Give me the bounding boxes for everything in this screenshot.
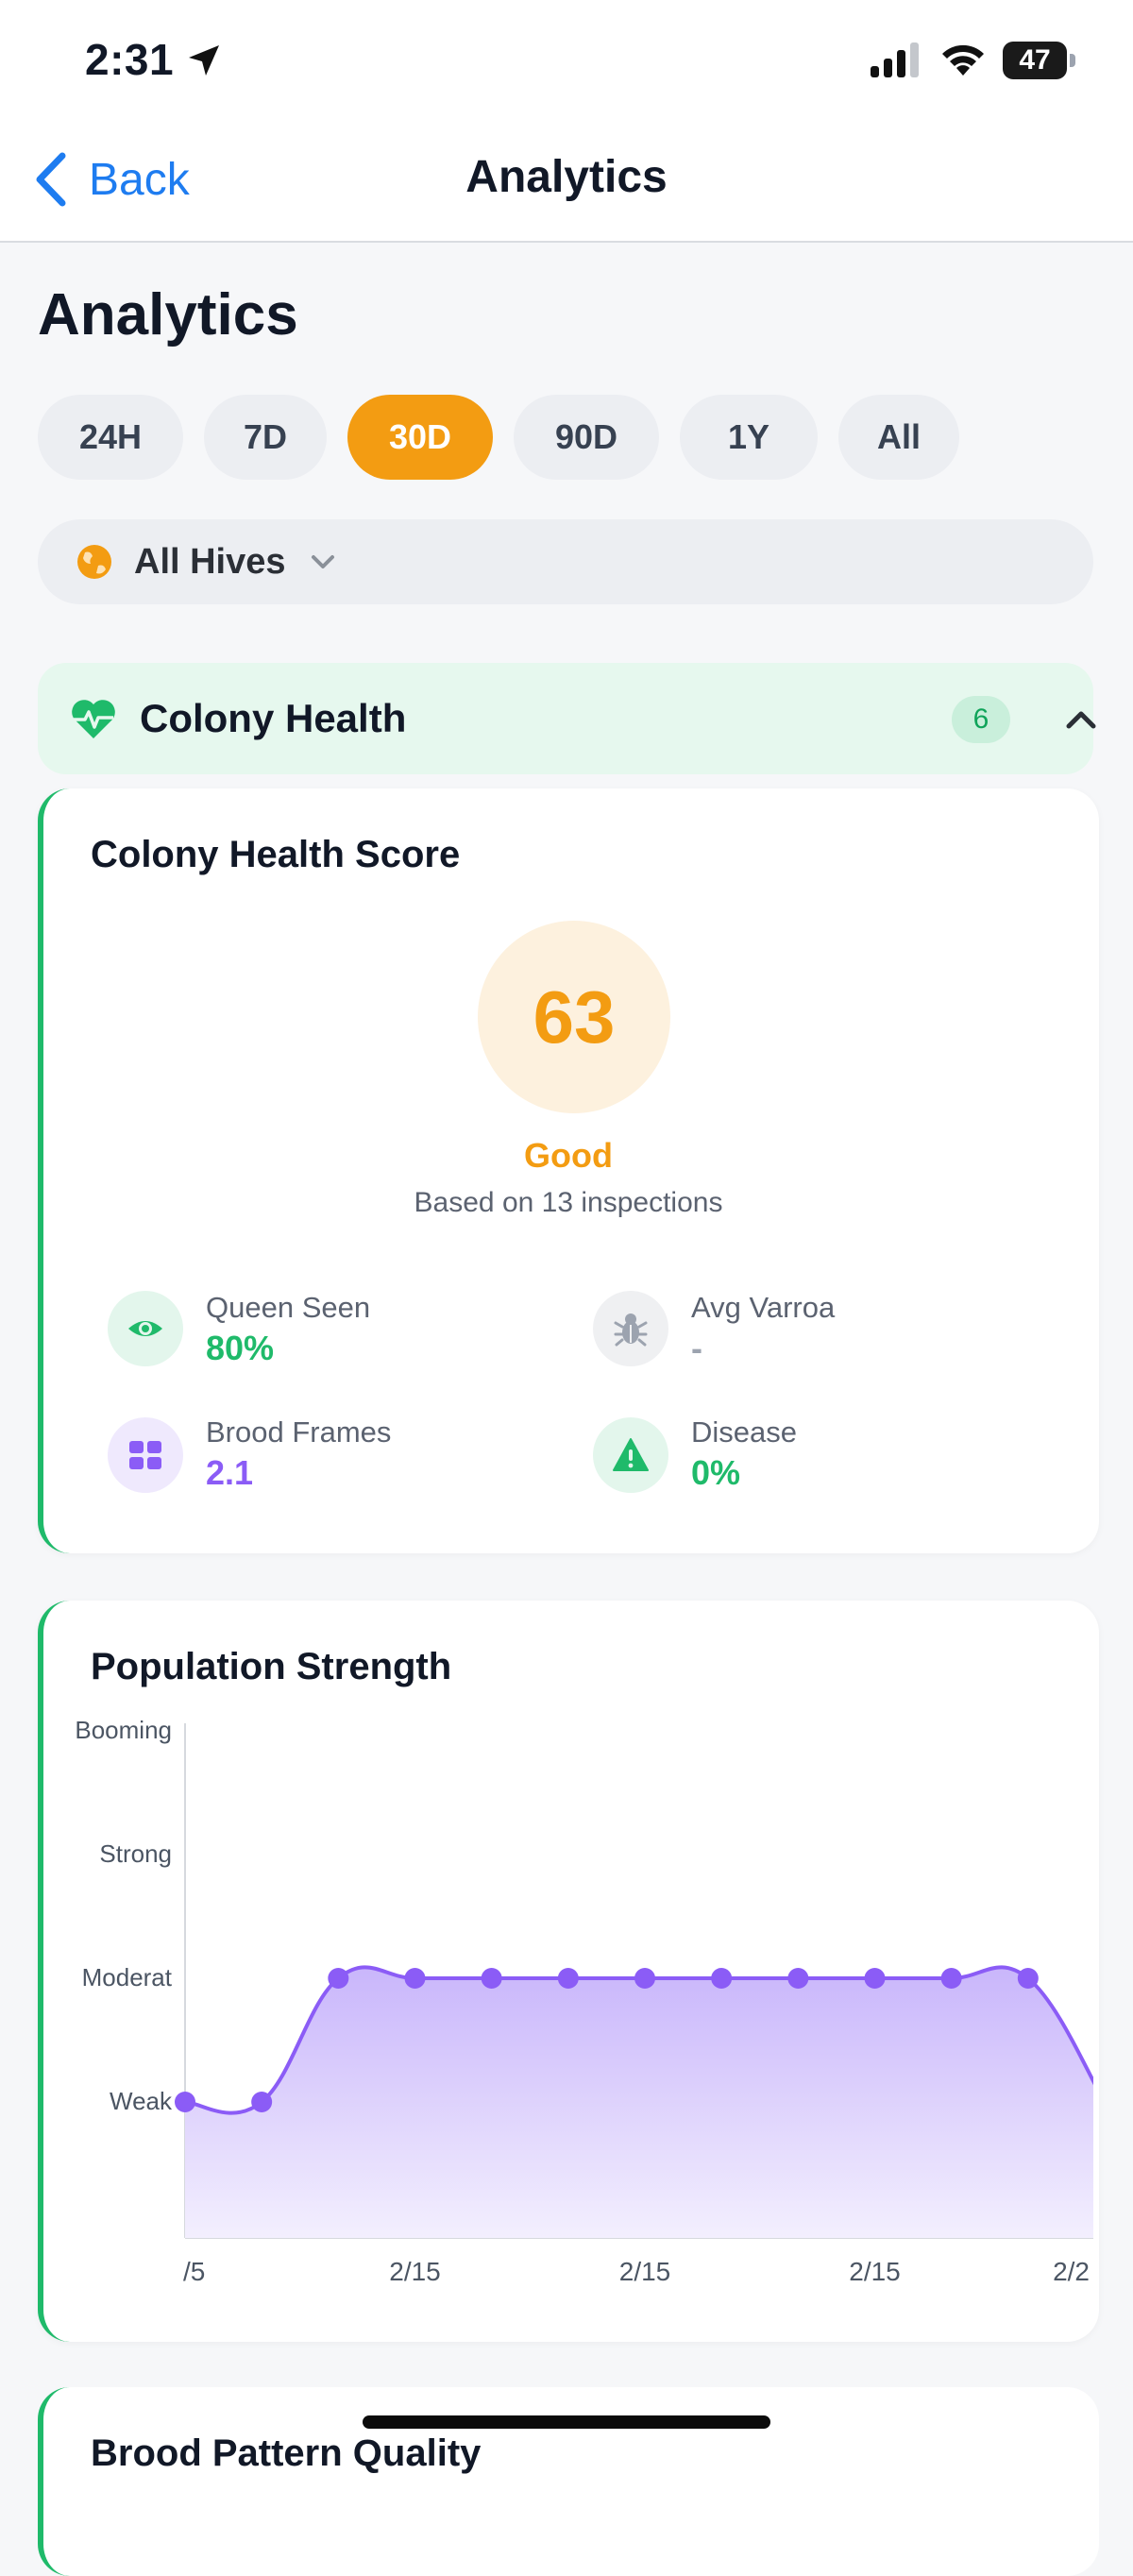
queen-seen-value: 80% bbox=[206, 1329, 275, 1367]
grid-icon bbox=[108, 1417, 183, 1493]
chart-svg bbox=[175, 1723, 1093, 2239]
x-tick-label: 2/15 bbox=[849, 2257, 901, 2286]
y-tick-label: Strong bbox=[99, 1839, 172, 1868]
data-point[interactable] bbox=[175, 2092, 195, 2112]
home-indicator bbox=[363, 2415, 770, 2429]
range-7d-button[interactable]: 7D bbox=[204, 395, 327, 480]
page-title: Analytics bbox=[38, 282, 298, 347]
x-tick-label: 2/15 bbox=[389, 2257, 441, 2286]
count-badge: 6 bbox=[952, 696, 1010, 743]
queen-seen-label: Queen Seen bbox=[206, 1291, 371, 1324]
range-24h-button[interactable]: 24H bbox=[38, 395, 183, 480]
globe-icon bbox=[77, 545, 111, 579]
card-title: Brood Pattern Quality bbox=[91, 2432, 482, 2474]
wifi-icon bbox=[942, 44, 984, 76]
time-range-selector: 24H 7D 30D 90D 1Y All bbox=[38, 395, 980, 480]
health-rating: Good bbox=[524, 1136, 613, 1175]
bug-icon bbox=[593, 1291, 668, 1366]
range-30d-button[interactable]: 30D bbox=[347, 395, 493, 480]
warning-icon bbox=[593, 1417, 668, 1493]
population-strength-card: Population Strength Weak Moderat Strong Boo… bbox=[38, 1601, 1099, 2342]
brood-frames-label: Brood Frames bbox=[206, 1415, 392, 1449]
status-bar: 2:31 47 bbox=[0, 0, 1133, 123]
range-90d-button[interactable]: 90D bbox=[514, 395, 659, 480]
range-1y-button[interactable]: 1Y bbox=[680, 395, 818, 480]
disease-label: Disease bbox=[691, 1415, 797, 1449]
cellular-signal-icon bbox=[871, 42, 919, 77]
data-point[interactable] bbox=[557, 1968, 579, 1989]
chevron-down-icon bbox=[311, 555, 334, 568]
data-point[interactable] bbox=[481, 1968, 502, 1989]
card-title: Colony Health Score bbox=[91, 834, 461, 875]
data-point[interactable] bbox=[1017, 1968, 1039, 1989]
y-tick-label: Booming bbox=[75, 1716, 172, 1744]
data-point[interactable] bbox=[864, 1968, 886, 1989]
data-point[interactable] bbox=[328, 1968, 349, 1989]
y-tick-label: Moderat bbox=[81, 1963, 172, 1991]
section-label: Colony Health bbox=[140, 696, 407, 740]
x-tick-label: /5 bbox=[183, 2257, 206, 2286]
colony-health-score-card: Colony Health Score 63 Good Based on 13 … bbox=[38, 788, 1099, 1553]
y-tick-label: Weak bbox=[110, 2087, 172, 2115]
data-point[interactable] bbox=[787, 1968, 809, 1989]
data-point[interactable] bbox=[404, 1968, 426, 1989]
brood-frames-value: 2.1 bbox=[206, 1453, 254, 1492]
heart-pulse-icon bbox=[72, 700, 115, 738]
nav-title: Analytics bbox=[465, 152, 668, 202]
eye-icon bbox=[108, 1291, 183, 1366]
avg-varroa-value: - bbox=[691, 1329, 702, 1367]
location-arrow-icon bbox=[189, 45, 219, 76]
data-point[interactable] bbox=[251, 2092, 273, 2112]
data-point[interactable] bbox=[940, 1968, 962, 1989]
avg-varroa-label: Avg Varroa bbox=[691, 1291, 836, 1324]
range-all-button[interactable]: All bbox=[838, 395, 959, 480]
inspection-basis: Based on 13 inspections bbox=[414, 1187, 723, 1218]
data-point[interactable] bbox=[711, 1968, 733, 1989]
navigation-bar: Back Analytics bbox=[0, 123, 1133, 243]
disease-value: 0% bbox=[691, 1453, 741, 1492]
hive-selector-value: All Hives bbox=[134, 541, 286, 582]
x-tick-label: 2/15 bbox=[618, 2257, 671, 2286]
status-time: 2:31 bbox=[85, 35, 175, 84]
x-tick-label: 2/2 bbox=[1053, 2257, 1090, 2286]
health-score-value: 63 bbox=[533, 975, 616, 1059]
series-area bbox=[185, 1967, 1093, 2238]
battery-indicator: 47 bbox=[1003, 42, 1076, 79]
chevron-up-icon[interactable] bbox=[1065, 709, 1097, 730]
battery-level: 47 bbox=[1019, 44, 1051, 76]
data-point[interactable] bbox=[634, 1968, 655, 1989]
hive-selector[interactable]: All Hives bbox=[38, 519, 1093, 604]
colony-health-section-header[interactable]: Colony Health 6 bbox=[38, 663, 1096, 774]
